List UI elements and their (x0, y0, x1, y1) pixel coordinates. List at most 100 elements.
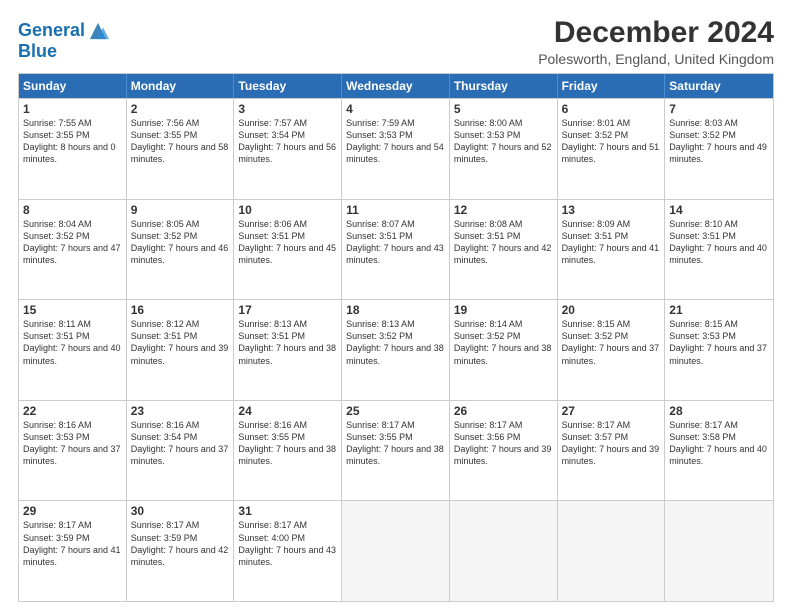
day-number: 15 (23, 303, 122, 317)
subtitle: Polesworth, England, United Kingdom (538, 51, 774, 67)
day-cell-17: 17 Sunrise: 8:13 AMSunset: 3:51 PMDayligh… (234, 300, 342, 400)
day-cell-30: 30Sunrise: 8:17 AMSunset: 3:59 PMDayligh… (127, 501, 235, 601)
day-cell-15: 15 Sunrise: 8:11 AMSunset: 3:51 PMDayligh… (19, 300, 127, 400)
cell-text: Sunrise: 8:14 AMSunset: 3:52 PMDaylight:… (454, 319, 552, 365)
day-cell-8: 8 Sunrise: 8:04 AMSunset: 3:52 PMDaylight… (19, 200, 127, 300)
day-cell-28: 28Sunrise: 8:17 AMSunset: 3:58 PMDayligh… (665, 401, 773, 501)
day-cell-4: 4Sunrise: 7:59 AMSunset: 3:53 PMDaylight… (342, 99, 450, 199)
day-cell-6: 6Sunrise: 8:01 AMSunset: 3:52 PMDaylight… (558, 99, 666, 199)
cell-text: Sunrise: 8:05 AMSunset: 3:52 PMDaylight:… (131, 219, 229, 265)
day-cell-31: 31Sunrise: 8:17 AMSunset: 4:00 PMDayligh… (234, 501, 342, 601)
day-cell-29: 29Sunrise: 8:17 AMSunset: 3:59 PMDayligh… (19, 501, 127, 601)
day-number: 30 (131, 504, 230, 518)
header: General Blue December 2024 Polesworth, E… (18, 16, 774, 67)
cell-text: Sunrise: 8:16 AMSunset: 3:54 PMDaylight:… (131, 420, 229, 466)
day-header-sunday: Sunday (19, 74, 127, 98)
calendar-week-5: 29Sunrise: 8:17 AMSunset: 3:59 PMDayligh… (19, 500, 773, 601)
day-number: 26 (454, 404, 553, 418)
cell-text: Sunrise: 8:16 AMSunset: 3:53 PMDaylight:… (23, 420, 121, 466)
day-number: 10 (238, 203, 337, 217)
day-number: 23 (131, 404, 230, 418)
calendar-week-2: 8 Sunrise: 8:04 AMSunset: 3:52 PMDaylight… (19, 199, 773, 300)
cell-text: Sunrise: 8:00 AMSunset: 3:53 PMDaylight:… (454, 118, 552, 164)
cell-text: Sunrise: 8:13 AMSunset: 3:52 PMDaylight:… (346, 319, 444, 365)
day-cell-27: 27Sunrise: 8:17 AMSunset: 3:57 PMDayligh… (558, 401, 666, 501)
day-number: 9 (131, 203, 230, 217)
day-cell-7: 7 Sunrise: 8:03 AMSunset: 3:52 PMDaylight… (665, 99, 773, 199)
day-cell-2: 2 Sunrise: 7:56 AMSunset: 3:55 PMDaylight… (127, 99, 235, 199)
day-cell-14: 14Sunrise: 8:10 AMSunset: 3:51 PMDayligh… (665, 200, 773, 300)
day-cell-16: 16 Sunrise: 8:12 AMSunset: 3:51 PMDayligh… (127, 300, 235, 400)
logo-text-line1: General (18, 21, 85, 41)
logo-icon (87, 20, 109, 42)
logo-text-line2: Blue (18, 42, 109, 62)
day-header-thursday: Thursday (450, 74, 558, 98)
cell-text: Sunrise: 8:12 AMSunset: 3:51 PMDaylight:… (131, 319, 229, 365)
day-cell-10: 10 Sunrise: 8:06 AMSunset: 3:51 PMDayligh… (234, 200, 342, 300)
day-number: 19 (454, 303, 553, 317)
calendar-header: SundayMondayTuesdayWednesdayThursdayFrid… (19, 74, 773, 98)
day-cell-20: 20 Sunrise: 8:15 AMSunset: 3:52 PMDayligh… (558, 300, 666, 400)
day-number: 8 (23, 203, 122, 217)
day-number: 1 (23, 102, 122, 116)
cell-text: Sunrise: 8:04 AMSunset: 3:52 PMDaylight:… (23, 219, 121, 265)
day-cell-21: 21 Sunrise: 8:15 AMSunset: 3:53 PMDayligh… (665, 300, 773, 400)
day-cell-1: 1 Sunrise: 7:55 AMSunset: 3:55 PMDaylight… (19, 99, 127, 199)
day-number: 2 (131, 102, 230, 116)
calendar-week-1: 1 Sunrise: 7:55 AMSunset: 3:55 PMDaylight… (19, 98, 773, 199)
day-number: 25 (346, 404, 445, 418)
cell-text: Sunrise: 8:17 AMSunset: 3:55 PMDaylight:… (346, 420, 444, 466)
day-cell-18: 18 Sunrise: 8:13 AMSunset: 3:52 PMDayligh… (342, 300, 450, 400)
day-cell-3: 3 Sunrise: 7:57 AMSunset: 3:54 PMDaylight… (234, 99, 342, 199)
cell-text: Sunrise: 8:10 AMSunset: 3:51 PMDaylight:… (669, 219, 767, 265)
empty-cell (342, 501, 450, 601)
day-number: 12 (454, 203, 553, 217)
calendar-week-4: 22 Sunrise: 8:16 AMSunset: 3:53 PMDayligh… (19, 400, 773, 501)
cell-text: Sunrise: 8:07 AMSunset: 3:51 PMDaylight:… (346, 219, 444, 265)
day-number: 21 (669, 303, 769, 317)
day-number: 5 (454, 102, 553, 116)
day-number: 22 (23, 404, 122, 418)
day-cell-26: 26 Sunrise: 8:17 AMSunset: 3:56 PMDayligh… (450, 401, 558, 501)
day-number: 11 (346, 203, 445, 217)
empty-cell (450, 501, 558, 601)
day-cell-22: 22 Sunrise: 8:16 AMSunset: 3:53 PMDayligh… (19, 401, 127, 501)
day-cell-9: 9 Sunrise: 8:05 AMSunset: 3:52 PMDaylight… (127, 200, 235, 300)
cell-text: Sunrise: 8:03 AMSunset: 3:52 PMDaylight:… (669, 118, 767, 164)
cell-text: Sunrise: 7:57 AMSunset: 3:54 PMDaylight:… (238, 118, 336, 164)
cell-text: Sunrise: 8:15 AMSunset: 3:53 PMDaylight:… (669, 319, 767, 365)
cell-text: Sunrise: 7:55 AMSunset: 3:55 PMDaylight:… (23, 118, 116, 164)
day-number: 16 (131, 303, 230, 317)
day-header-friday: Friday (558, 74, 666, 98)
day-number: 13 (562, 203, 661, 217)
cell-text: Sunrise: 8:17 AMSunset: 3:59 PMDaylight:… (23, 520, 121, 566)
day-number: 28 (669, 404, 769, 418)
day-header-tuesday: Tuesday (234, 74, 342, 98)
day-number: 20 (562, 303, 661, 317)
cell-text: Sunrise: 8:17 AMSunset: 3:56 PMDaylight:… (454, 420, 552, 466)
day-header-saturday: Saturday (665, 74, 773, 98)
page: General Blue December 2024 Polesworth, E… (0, 0, 792, 612)
empty-cell (665, 501, 773, 601)
cell-text: Sunrise: 8:15 AMSunset: 3:52 PMDaylight:… (562, 319, 660, 365)
day-cell-5: 5 Sunrise: 8:00 AMSunset: 3:53 PMDaylight… (450, 99, 558, 199)
day-number: 24 (238, 404, 337, 418)
cell-text: Sunrise: 8:16 AMSunset: 3:55 PMDaylight:… (238, 420, 336, 466)
calendar-week-3: 15 Sunrise: 8:11 AMSunset: 3:51 PMDayligh… (19, 299, 773, 400)
day-number: 18 (346, 303, 445, 317)
cell-text: Sunrise: 8:13 AMSunset: 3:51 PMDaylight:… (238, 319, 336, 365)
cell-text: Sunrise: 7:56 AMSunset: 3:55 PMDaylight:… (131, 118, 229, 164)
day-number: 17 (238, 303, 337, 317)
day-header-wednesday: Wednesday (342, 74, 450, 98)
day-header-monday: Monday (127, 74, 235, 98)
day-number: 7 (669, 102, 769, 116)
main-title: December 2024 (538, 16, 774, 49)
cell-text: Sunrise: 8:11 AMSunset: 3:51 PMDaylight:… (23, 319, 121, 365)
day-cell-25: 25 Sunrise: 8:17 AMSunset: 3:55 PMDayligh… (342, 401, 450, 501)
day-number: 4 (346, 102, 445, 116)
calendar-body: 1 Sunrise: 7:55 AMSunset: 3:55 PMDaylight… (19, 98, 773, 601)
day-number: 3 (238, 102, 337, 116)
cell-text: Sunrise: 8:06 AMSunset: 3:51 PMDaylight:… (238, 219, 336, 265)
day-number: 6 (562, 102, 661, 116)
day-cell-24: 24 Sunrise: 8:16 AMSunset: 3:55 PMDayligh… (234, 401, 342, 501)
